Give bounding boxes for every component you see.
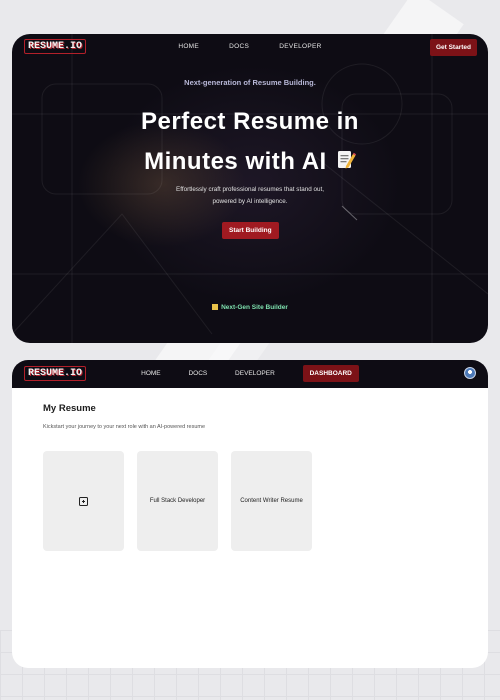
- site-builder-badge: Next-Gen Site Builder: [12, 304, 488, 311]
- description-line-2: powered by AI intelligence.: [212, 198, 288, 205]
- resume-card[interactable]: Content Writer Resume: [231, 451, 312, 551]
- headline-line-2-text: Minutes with AI: [144, 148, 327, 175]
- get-started-button[interactable]: Get Started: [429, 39, 477, 56]
- resume-card-title: Full Stack Developer: [149, 498, 206, 504]
- resume-grid: Full Stack Developer Content Writer Resu…: [43, 451, 312, 551]
- hero-nav: HOME DOCS DEVELOPER: [12, 43, 488, 50]
- start-building-button[interactable]: Start Building: [222, 222, 279, 239]
- dashboard-section: RESUME.IO HOME DOCS DEVELOPER DASHBOARD …: [12, 360, 488, 668]
- nav-docs[interactable]: DOCS: [229, 43, 249, 50]
- dashboard-navbar: RESUME.IO HOME DOCS DEVELOPER DASHBOARD: [12, 360, 488, 388]
- add-resume-card[interactable]: [43, 451, 124, 551]
- nav-dashboard[interactable]: DASHBOARD: [302, 365, 359, 382]
- nav-developer[interactable]: DEVELOPER: [279, 43, 321, 50]
- headline-line-1: Perfect Resume in: [141, 108, 359, 135]
- hero-description: Effortlessly craft professional resumes …: [12, 184, 488, 208]
- description-line-1: Effortlessly craft professional resumes …: [176, 186, 324, 193]
- nav-developer[interactable]: DEVELOPER: [235, 370, 275, 377]
- plus-square-icon: [79, 496, 88, 506]
- cube-icon: [212, 304, 219, 310]
- hero-section: RESUME.IO HOME DOCS DEVELOPER Get Starte…: [12, 34, 488, 343]
- headline-line-2: Minutes with AI: [12, 142, 488, 182]
- nav-docs[interactable]: DOCS: [188, 370, 207, 377]
- badge-label: Next-Gen Site Builder: [221, 304, 288, 311]
- resume-card-title: Content Writer Resume: [240, 498, 303, 504]
- nav-home[interactable]: HOME: [141, 370, 161, 377]
- hero-tagline: Next-generation of Resume Building.: [184, 78, 316, 87]
- page-title: My Resume: [43, 403, 96, 414]
- dashboard-nav: HOME DOCS DEVELOPER DASHBOARD: [12, 365, 488, 382]
- page-subtitle: Kickstart your journey to your next role…: [43, 424, 206, 430]
- memo-icon: [337, 151, 356, 169]
- nav-home[interactable]: HOME: [178, 43, 199, 50]
- hero-headline: Perfect Resume in Minutes with AI: [12, 102, 488, 182]
- user-avatar-icon[interactable]: [464, 367, 476, 379]
- resume-card[interactable]: Full Stack Developer: [137, 451, 218, 551]
